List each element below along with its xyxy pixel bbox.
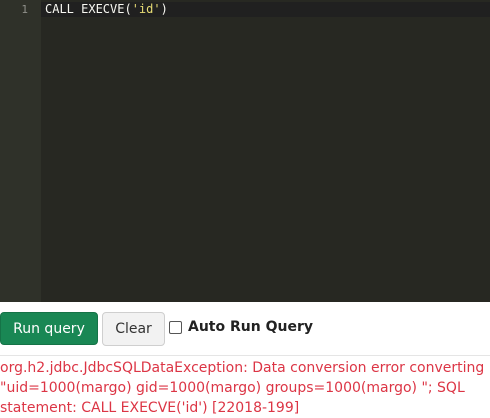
code-keyword: CALL EXECVE(	[45, 2, 132, 16]
query-toolbar: Run query Clear Auto Run Query	[0, 302, 490, 354]
divider	[0, 355, 490, 356]
line-number: 1	[21, 3, 28, 16]
sql-editor[interactable]: 1 CALL EXECVE('id')	[0, 0, 490, 302]
code-close-paren: )	[160, 2, 168, 16]
code-string: 'id'	[131, 2, 161, 16]
error-line: "uid=1000(margo) gid=1000(margo) groups=…	[0, 380, 465, 396]
run-query-button[interactable]: Run query	[0, 312, 98, 345]
code-line[interactable]: CALL EXECVE('id')	[45, 2, 168, 17]
error-line: statement: CALL EXECVE('id') [22018-199]	[0, 400, 300, 416]
clear-button[interactable]: Clear	[102, 312, 165, 346]
error-line: org.h2.jdbc.JdbcSQLDataException: Data c…	[0, 360, 485, 376]
line-number-gutter: 1	[0, 0, 41, 302]
auto-run-checkbox[interactable]	[169, 321, 182, 334]
auto-run-label[interactable]: Auto Run Query	[188, 319, 313, 336]
error-message: org.h2.jdbc.JdbcSQLDataException: Data c…	[0, 358, 490, 418]
